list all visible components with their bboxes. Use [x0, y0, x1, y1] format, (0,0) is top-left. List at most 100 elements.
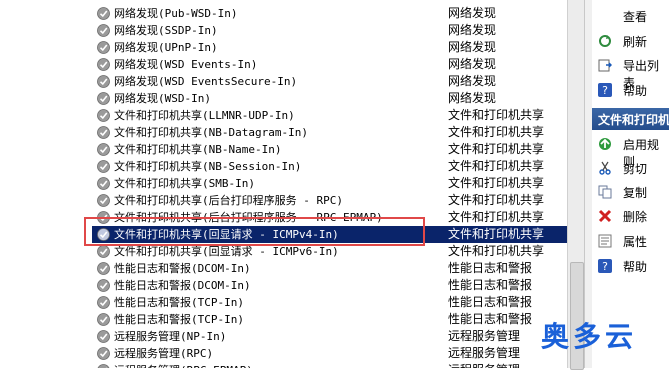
- rule-name: 网络发现(Pub-WSD-In): [114, 7, 238, 20]
- rule-name: 文件和打印机共享(后台打印程序服务 - RPC): [114, 194, 343, 207]
- action-help[interactable]: ? 帮助: [592, 79, 669, 101]
- action-label: 属性: [623, 235, 648, 249]
- rule-group: 文件和打印机共享: [448, 108, 545, 122]
- rule-row[interactable]: 文件和打印机共享(NB-Datagram-In) 文件和打印机共享: [92, 124, 567, 141]
- rule-row[interactable]: 性能日志和警报(DCOM-In) 性能日志和警报: [92, 277, 567, 294]
- inbound-rules-list[interactable]: 网络发现(Pub-WSD-In) 网络发现 网络发现(SSDP-In) 网络发现 网络发…: [92, 0, 567, 368]
- action-view[interactable]: 查看: [592, 5, 669, 27]
- action-label: 刷新: [623, 35, 648, 49]
- action-enable-rule[interactable]: 启用规则: [592, 133, 669, 169]
- action-export-list[interactable]: 导出列表: [592, 54, 669, 90]
- export-list-icon: [598, 59, 612, 72]
- rule-group: 文件和打印机共享: [448, 159, 545, 173]
- rule-group: 文件和打印机共享: [448, 227, 545, 241]
- rule-row[interactable]: 网络发现(Pub-WSD-In) 网络发现: [92, 5, 567, 22]
- rule-row[interactable]: 文件和打印机共享(SMB-In) 文件和打印机共享: [92, 175, 567, 192]
- rule-name: 远程服务管理(RPC): [114, 347, 214, 360]
- rule-name: 文件和打印机共享(SMB-In): [114, 177, 255, 190]
- cut-icon: [599, 161, 611, 175]
- action-cut[interactable]: 剪切: [592, 157, 669, 179]
- rule-enabled-icon: [97, 41, 110, 54]
- rule-row[interactable]: 文件和打印机共享(后台打印程序服务 - RPC) 文件和打印机共享: [92, 192, 567, 209]
- rule-enabled-icon: [97, 296, 110, 309]
- rule-name: 文件和打印机共享(NB-Datagram-In): [114, 126, 308, 139]
- rule-group: 远程服务管理: [448, 362, 520, 368]
- rule-row[interactable]: 网络发现(UPnP-In) 网络发现: [92, 39, 567, 56]
- rule-enabled-icon: [97, 160, 110, 173]
- annotation-highlight-box: [84, 217, 425, 246]
- properties-icon: [598, 234, 612, 248]
- rule-name: 文件和打印机共享(LLMNR-UDP-In): [114, 109, 295, 122]
- rule-enabled-icon: [97, 126, 110, 139]
- action-properties[interactable]: 属性: [592, 230, 669, 252]
- copy-icon: [598, 185, 612, 199]
- rule-enabled-icon: [97, 177, 110, 190]
- rule-enabled-icon: [97, 143, 110, 156]
- rule-row[interactable]: 网络发现(WSD Events-In) 网络发现: [92, 56, 567, 73]
- rule-enabled-icon: [97, 75, 110, 88]
- refresh-icon: [599, 35, 611, 47]
- rule-group: 性能日志和警报: [448, 295, 533, 309]
- rule-enabled-icon: [97, 313, 110, 326]
- rule-name: 文件和打印机共享(NB-Name-In): [114, 143, 282, 156]
- rule-name: 网络发现(SSDP-In): [114, 24, 218, 37]
- rule-row[interactable]: 文件和打印机共享(LLMNR-UDP-In) 文件和打印机共享: [92, 107, 567, 124]
- rule-name: 性能日志和警报(DCOM-In): [114, 262, 251, 275]
- rule-enabled-icon: [97, 24, 110, 37]
- rule-row[interactable]: 网络发现(SSDP-In) 网络发现: [92, 22, 567, 39]
- rule-group: 性能日志和警报: [448, 312, 533, 326]
- rule-enabled-icon: [97, 347, 110, 360]
- rule-group: 远程服务管理: [448, 346, 521, 360]
- actions-section-header[interactable]: 文件和打印机共享: [592, 108, 669, 130]
- svg-text:?: ?: [602, 260, 608, 273]
- action-label: 复制: [623, 186, 648, 200]
- rule-row[interactable]: 网络发现(WSD-In) 网络发现: [92, 90, 567, 107]
- rule-enabled-icon: [97, 330, 110, 343]
- rule-enabled-icon: [97, 364, 110, 368]
- rule-row[interactable]: 性能日志和警报(TCP-In) 性能日志和警报: [92, 294, 567, 311]
- rule-name: 远程服务管理(NP-In): [114, 330, 227, 343]
- help-icon: ?: [598, 259, 612, 273]
- action-help[interactable]: ? 帮助: [592, 255, 669, 277]
- rule-enabled-icon: [97, 194, 110, 207]
- vertical-scrollbar[interactable]: [567, 0, 585, 370]
- rule-row[interactable]: 文件和打印机共享(NB-Name-In) 文件和打印机共享: [92, 141, 567, 158]
- rule-name: 性能日志和警报(DCOM-In): [114, 279, 251, 292]
- rule-name: 远程服务管理(RPC-EPMAP): [114, 362, 253, 368]
- action-delete[interactable]: 删除: [592, 205, 669, 227]
- view-icon: [598, 9, 612, 23]
- rule-group: 网络发现: [448, 57, 497, 71]
- rule-enabled-icon: [97, 262, 110, 275]
- rule-row[interactable]: 远程服务管理(RPC-EPMAP) 远程服务管理: [92, 362, 567, 368]
- rule-group: 性能日志和警报: [448, 278, 533, 292]
- rule-row[interactable]: 网络发现(WSD EventsSecure-In) 网络发现: [92, 73, 567, 90]
- watermark-logo: 奥多云: [541, 320, 638, 353]
- rule-row[interactable]: 远程服务管理(NP-In) 远程服务管理: [92, 328, 567, 345]
- rule-group: 文件和打印机共享: [448, 244, 545, 258]
- rule-group: 网络发现: [448, 74, 497, 88]
- action-label: 剪切: [623, 162, 648, 176]
- rule-group: 网络发现: [448, 40, 497, 54]
- rule-row[interactable]: 文件和打印机共享(NB-Session-In) 文件和打印机共享: [92, 158, 567, 175]
- rule-group: 文件和打印机共享: [448, 125, 545, 139]
- rule-row[interactable]: 远程服务管理(RPC) 远程服务管理: [92, 345, 567, 362]
- rule-enabled-icon: [97, 109, 110, 122]
- svg-text:?: ?: [602, 84, 608, 97]
- rule-group: 文件和打印机共享: [448, 193, 545, 207]
- rule-group: 文件和打印机共享: [448, 176, 545, 190]
- action-refresh[interactable]: 刷新: [592, 30, 669, 52]
- rule-name: 性能日志和警报(TCP-In): [114, 313, 244, 326]
- rule-enabled-icon: [97, 58, 110, 71]
- rule-row[interactable]: 性能日志和警报(TCP-In) 性能日志和警报: [92, 311, 567, 328]
- action-label: 查看: [623, 10, 648, 24]
- rule-name: 网络发现(WSD EventsSecure-In): [114, 75, 298, 88]
- rule-group: 文件和打印机共享: [448, 142, 545, 156]
- rule-group: 文件和打印机共享: [448, 210, 545, 224]
- rule-row[interactable]: 性能日志和警报(DCOM-In) 性能日志和警报: [92, 260, 567, 277]
- action-label: 删除: [623, 210, 648, 224]
- rule-name: 文件和打印机共享(NB-Session-In): [114, 160, 302, 173]
- left-pane: [0, 0, 92, 368]
- help-icon: ?: [598, 83, 612, 97]
- action-copy[interactable]: 复制: [592, 181, 669, 203]
- rule-group: 远程服务管理: [448, 329, 521, 343]
